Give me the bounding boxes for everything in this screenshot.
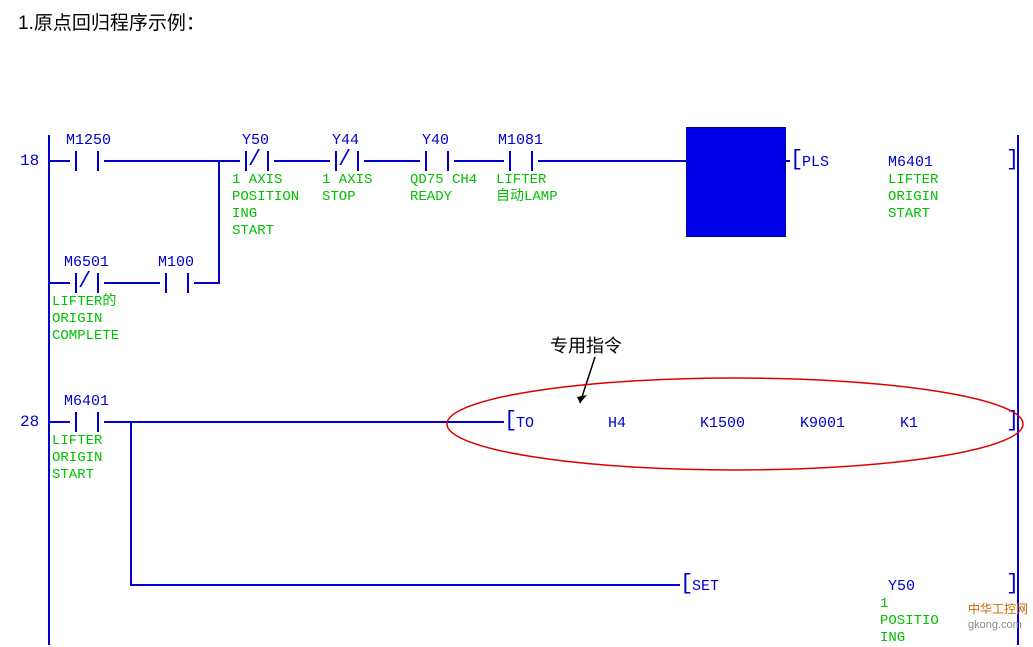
ladder-diagram: 18 M1250 / Y50 1 AXIS POSITION ING START… bbox=[0, 110, 1033, 630]
contact-y44: / bbox=[330, 151, 364, 171]
coil-bracket-r: ] bbox=[1006, 150, 1019, 170]
coil-op-set: SET bbox=[692, 578, 719, 595]
coil-bracket-r-set: ] bbox=[1006, 574, 1019, 594]
wire bbox=[104, 282, 160, 284]
desc-m1081: LIFTER 自动LAMP bbox=[496, 172, 558, 206]
label-m6401: M6401 bbox=[64, 393, 109, 410]
wire bbox=[194, 282, 220, 284]
contact-m100 bbox=[160, 273, 194, 293]
label-m100: M100 bbox=[158, 254, 194, 271]
coil-desc-m6401: LIFTER ORIGIN START bbox=[888, 172, 938, 223]
step-number-rung1: 18 bbox=[20, 152, 39, 170]
wire bbox=[130, 584, 680, 586]
wire bbox=[274, 160, 330, 162]
left-power-rail bbox=[48, 135, 50, 645]
desc-y40: QD75 CH4 READY bbox=[410, 172, 477, 206]
annotation-ellipse-icon bbox=[440, 372, 1030, 477]
contact-m1250 bbox=[70, 151, 104, 171]
label-m1081: M1081 bbox=[498, 132, 543, 149]
wire bbox=[50, 421, 70, 423]
wire bbox=[454, 160, 504, 162]
wire bbox=[50, 282, 70, 284]
label-m1250: M1250 bbox=[66, 132, 111, 149]
wire-vertical-branch2 bbox=[130, 421, 132, 586]
watermark-cn: 中华工控网 bbox=[968, 602, 1028, 616]
label-m6501: M6501 bbox=[64, 254, 109, 271]
wire bbox=[364, 160, 420, 162]
coil-desc-y50: 1 POSITIO ING bbox=[880, 596, 939, 647]
step-number-rung2: 28 bbox=[20, 413, 39, 431]
label-y44: Y44 bbox=[332, 132, 359, 149]
coil-op-pls: PLS bbox=[802, 154, 829, 171]
desc-m6401: LIFTER ORIGIN START bbox=[52, 433, 102, 484]
contact-m6501: / bbox=[70, 273, 104, 293]
selection-highlight-box bbox=[686, 127, 786, 237]
desc-m6501: LIFTER的 ORIGIN COMPLETE bbox=[52, 294, 119, 345]
contact-m1081 bbox=[504, 151, 538, 171]
page-title: 1.原点回归程序示例： bbox=[18, 8, 205, 35]
label-y50: Y50 bbox=[242, 132, 269, 149]
coil-dest-y50: Y50 bbox=[888, 578, 915, 595]
label-y40: Y40 bbox=[422, 132, 449, 149]
wire-vertical-branch bbox=[218, 160, 220, 284]
watermark: 中华工控网 gkong.com bbox=[968, 600, 1028, 631]
watermark-en: gkong.com bbox=[968, 619, 1022, 631]
wire bbox=[538, 160, 686, 162]
contact-y50: / bbox=[240, 151, 274, 171]
desc-y50: 1 AXIS POSITION ING START bbox=[232, 172, 299, 240]
wire bbox=[50, 160, 70, 162]
contact-y40 bbox=[420, 151, 454, 171]
contact-m6401 bbox=[70, 412, 104, 432]
coil-dest-m6401: M6401 bbox=[888, 154, 933, 171]
desc-y44: 1 AXIS STOP bbox=[322, 172, 372, 206]
